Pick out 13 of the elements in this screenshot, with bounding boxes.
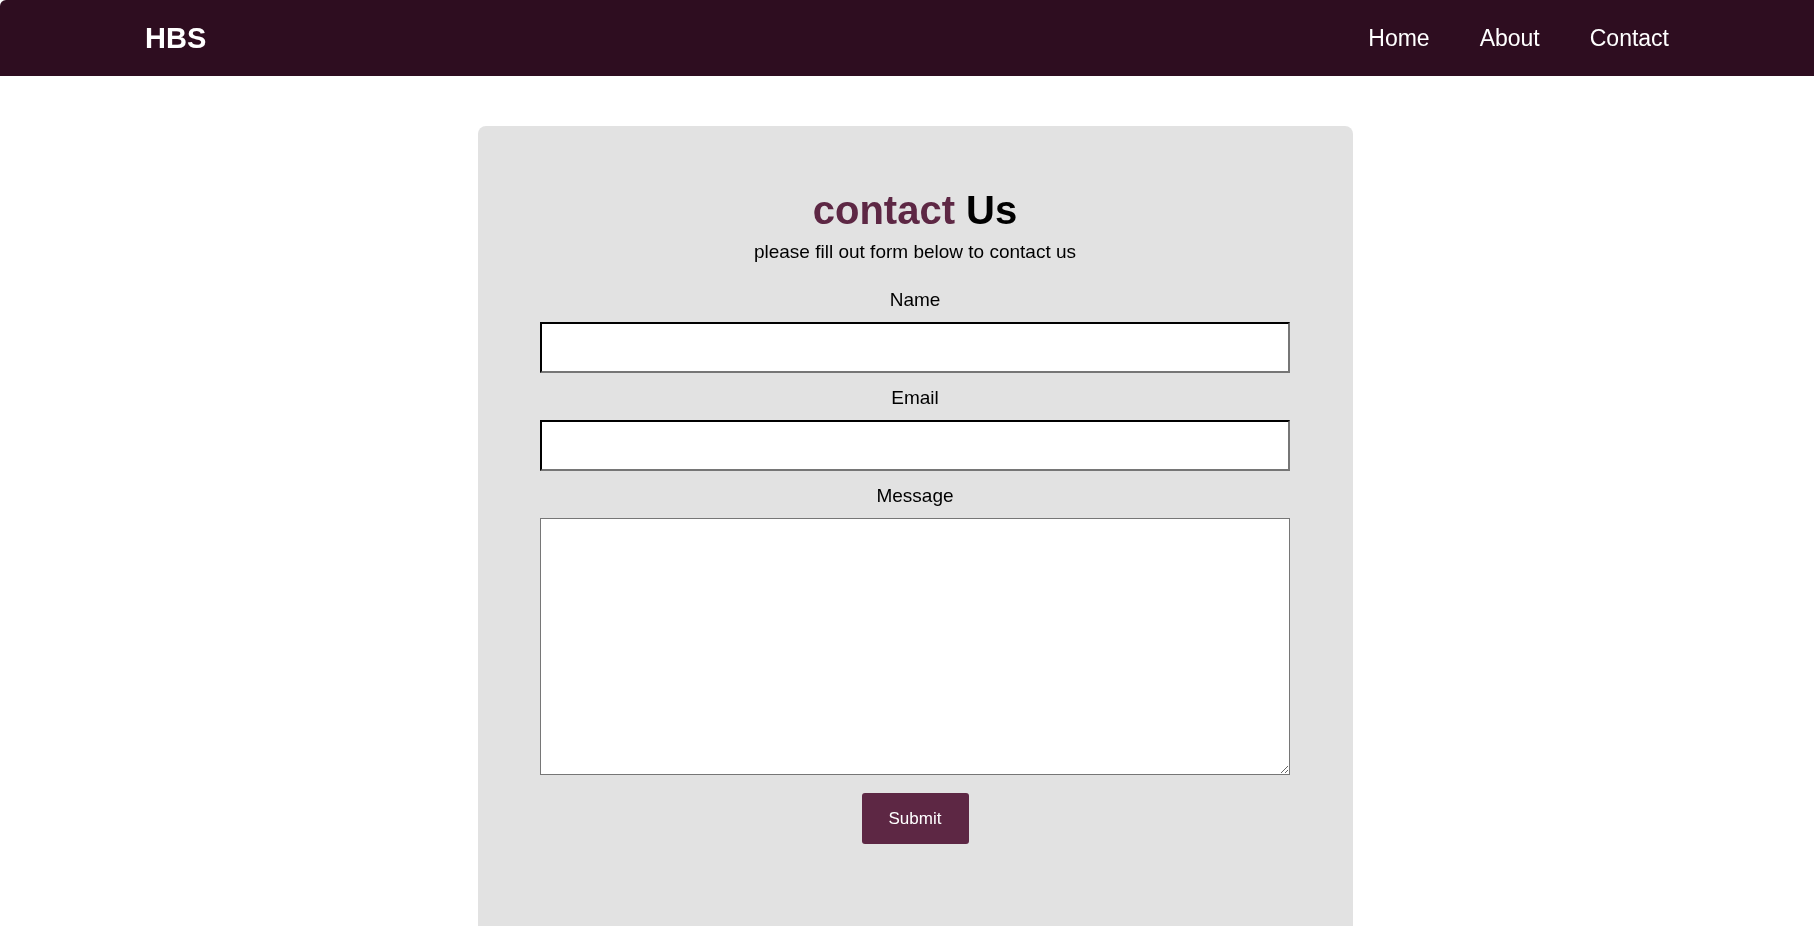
text-field[interactable]	[540, 322, 1290, 373]
submit-button[interactable]: Submit	[861, 793, 969, 844]
field-label: Email	[891, 387, 939, 409]
text-field[interactable]	[540, 420, 1290, 471]
nav-link[interactable]: Contact	[1589, 24, 1669, 52]
nav-link[interactable]: Home	[1368, 24, 1430, 52]
field-label: Message	[876, 485, 954, 507]
brand-logo[interactable]: HBS	[145, 21, 207, 55]
form-title: contact Us	[812, 187, 1018, 233]
field-label: Name	[889, 289, 941, 311]
nav-link[interactable]: About	[1479, 24, 1540, 52]
form-subtitle: please fill out form below to contact us	[753, 241, 1077, 263]
message-field[interactable]	[540, 518, 1290, 775]
